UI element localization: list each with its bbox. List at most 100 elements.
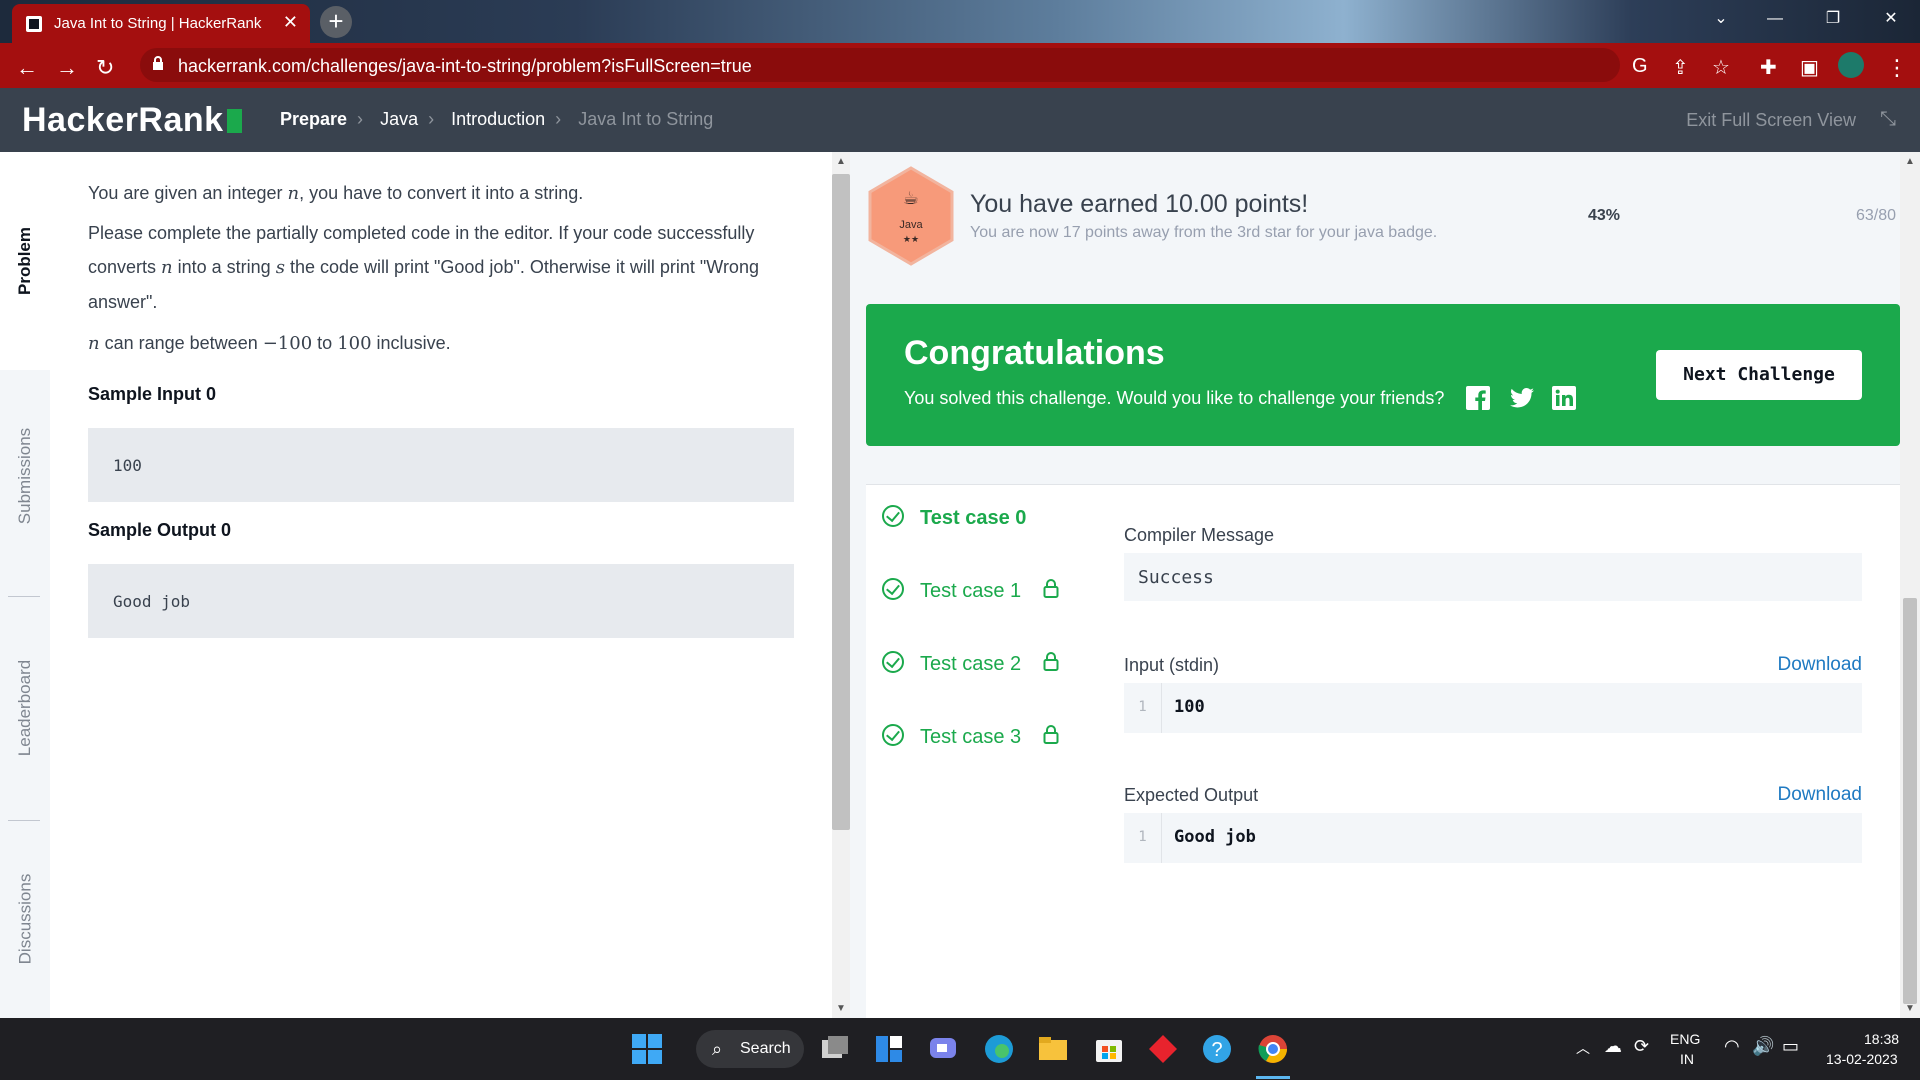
- points-earned: You have earned 10.00 points!: [970, 190, 1309, 218]
- expected-output-value: Good job: [1174, 827, 1256, 847]
- twitter-icon[interactable]: [1510, 386, 1534, 410]
- next-challenge-button[interactable]: Next Challenge: [1656, 350, 1862, 400]
- sync-icon[interactable]: ⟳: [1634, 1036, 1649, 1057]
- compiler-message-text: Success: [1138, 567, 1214, 588]
- svg-text:?: ?: [1211, 1039, 1222, 1061]
- problem-scrollbar[interactable]: ▲ ▼: [832, 152, 850, 1018]
- file-explorer-icon[interactable]: [1036, 1032, 1070, 1066]
- scrollbar-thumb[interactable]: [832, 174, 850, 830]
- progress-fraction: 63/80: [1856, 207, 1897, 224]
- bookmark-star-icon[interactable]: ☆: [1712, 55, 1730, 80]
- tab-discussions[interactable]: Discussions: [0, 820, 50, 1018]
- edge-browser-icon[interactable]: [982, 1032, 1016, 1066]
- problem-description: Please complete the partially completed …: [88, 223, 759, 312]
- congratulations-title: Congratulations: [904, 334, 1165, 372]
- test-case-2[interactable]: Test case 2: [882, 651, 1059, 681]
- input-stdin-value: 100: [1174, 697, 1205, 717]
- compiler-message-box: Success: [1124, 553, 1862, 601]
- sample-output-block: Good job: [88, 564, 794, 638]
- google-icon[interactable]: G: [1632, 55, 1648, 78]
- svg-text:☕: ☕: [903, 188, 919, 209]
- scroll-down-icon[interactable]: ▼: [836, 1003, 846, 1014]
- problem-constraints: n can range between −100 to 100 inclusiv…: [88, 333, 451, 354]
- new-tab-button[interactable]: +: [320, 6, 352, 38]
- download-input-link[interactable]: Download: [1778, 654, 1863, 676]
- problem-intro: You are given an integer n, you have to …: [88, 183, 584, 204]
- breadcrumb-java[interactable]: Java: [380, 109, 418, 129]
- linkedin-icon[interactable]: [1552, 386, 1576, 410]
- help-icon[interactable]: ?: [1200, 1032, 1234, 1066]
- browser-toolbar: ← → ↻ hackerrank.com/challenges/java-int…: [0, 43, 1920, 88]
- chevron-right-icon: ›: [555, 109, 562, 129]
- widgets-icon[interactable]: [872, 1032, 906, 1066]
- scrollbar-thumb[interactable]: [1903, 598, 1917, 1004]
- extensions-icon[interactable]: ✚: [1760, 55, 1777, 80]
- test-case-0[interactable]: Test case 0: [882, 505, 1026, 535]
- breadcrumb-prepare[interactable]: Prepare: [280, 109, 347, 129]
- collapse-icon[interactable]: ⤡: [1880, 108, 1896, 131]
- onedrive-icon[interactable]: ☁: [1604, 1036, 1622, 1057]
- reload-icon[interactable]: ↻: [96, 55, 114, 81]
- restore-button[interactable]: ❐: [1804, 0, 1862, 40]
- language-code[interactable]: ENG: [1670, 1031, 1700, 1047]
- battery-icon[interactable]: ▭: [1782, 1036, 1799, 1057]
- teams-chat-icon[interactable]: [926, 1032, 960, 1066]
- profile-avatar[interactable]: [1838, 52, 1864, 78]
- tab-title: Java Int to String | HackerRank: [54, 15, 262, 32]
- tab-search-icon[interactable]: ⌄: [1692, 0, 1750, 40]
- compiler-message-label: Compiler Message: [1124, 525, 1275, 545]
- browser-title-bar: Java Int to String | HackerRank ✕ + ⌄ — …: [0, 0, 1920, 43]
- svg-text:Java: Java: [899, 219, 923, 231]
- taskbar-search[interactable]: ⌕ Search: [696, 1030, 804, 1068]
- active-app-indicator: [1256, 1076, 1290, 1079]
- results-pane: ☕ Java ★★ You have earned 10.00 points! …: [866, 152, 1900, 1018]
- browser-tab[interactable]: Java Int to String | HackerRank ✕: [12, 4, 310, 43]
- tab-problem[interactable]: Problem: [0, 152, 50, 370]
- tab-leaderboard[interactable]: Leaderboard: [0, 596, 50, 820]
- volume-icon[interactable]: 🔊: [1752, 1036, 1774, 1057]
- line-number: 1: [1124, 683, 1162, 733]
- expected-output-label: Expected Output: [1124, 785, 1259, 805]
- search-icon: ⌕: [712, 1039, 723, 1059]
- exit-fullscreen-link[interactable]: Exit Full Screen View: [1686, 110, 1856, 131]
- congratulations-subtitle: You solved this challenge. Would you lik…: [904, 388, 1445, 408]
- scroll-up-icon[interactable]: ▲: [1905, 156, 1915, 167]
- menu-kebab-icon[interactable]: ⋮: [1886, 55, 1908, 81]
- task-view-icon[interactable]: [818, 1032, 852, 1066]
- test-results-panel: Test case 0 Test case 1 Test case 2 Test…: [866, 484, 1900, 1018]
- problem-sidebar: Problem Submissions Leaderboard Discussi…: [0, 152, 50, 1018]
- address-bar[interactable]: hackerrank.com/challenges/java-int-to-st…: [140, 48, 1620, 82]
- clock-time[interactable]: 18:38: [1864, 1031, 1899, 1047]
- check-circle-icon: [882, 651, 904, 673]
- chevron-right-icon: ›: [428, 109, 435, 129]
- chrome-icon[interactable]: [1256, 1032, 1290, 1066]
- pane-resize-handle[interactable]: [850, 152, 866, 1018]
- forward-icon[interactable]: →: [56, 55, 78, 81]
- check-circle-icon: [882, 578, 904, 600]
- chevron-up-icon[interactable]: ︿: [1576, 1038, 1590, 1058]
- scroll-up-icon[interactable]: ▲: [836, 156, 846, 167]
- results-scrollbar[interactable]: ▲ ▼: [1900, 152, 1920, 1018]
- scroll-down-icon[interactable]: ▼: [1905, 1003, 1915, 1014]
- hackerrank-logo[interactable]: HackerRank: [22, 101, 242, 140]
- side-panel-icon[interactable]: ▣: [1800, 55, 1819, 80]
- lock-icon: [153, 56, 163, 70]
- microsoft-store-icon[interactable]: [1092, 1032, 1126, 1066]
- congratulations-banner: Congratulations You solved this challeng…: [866, 304, 1900, 446]
- windows-start-icon[interactable]: [630, 1032, 664, 1066]
- tab-submissions[interactable]: Submissions: [0, 370, 50, 582]
- java-badge-icon: ☕ Java ★★: [868, 166, 954, 266]
- test-case-1[interactable]: Test case 1: [882, 578, 1059, 608]
- close-tab-icon[interactable]: ✕: [283, 12, 298, 33]
- back-icon[interactable]: ←: [16, 55, 38, 81]
- close-window-button[interactable]: ✕: [1862, 0, 1920, 40]
- wifi-icon[interactable]: ◠: [1724, 1036, 1740, 1057]
- app-red-diamond-icon[interactable]: [1146, 1032, 1180, 1066]
- download-expected-link[interactable]: Download: [1778, 784, 1863, 806]
- facebook-icon[interactable]: [1466, 386, 1490, 410]
- test-case-3[interactable]: Test case 3: [882, 724, 1059, 754]
- breadcrumb-introduction[interactable]: Introduction: [451, 109, 545, 129]
- chevron-right-icon: ›: [357, 109, 364, 129]
- share-icon[interactable]: ⇪: [1672, 55, 1689, 80]
- minimize-button[interactable]: —: [1746, 0, 1804, 40]
